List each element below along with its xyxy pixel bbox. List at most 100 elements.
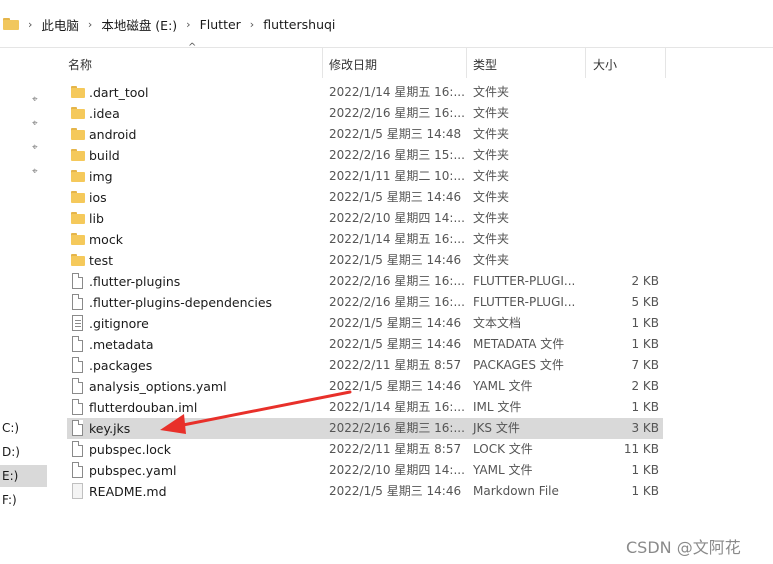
file-name: pubspec.lock: [89, 442, 172, 457]
file-type: 文件夹: [473, 106, 510, 120]
column-divider[interactable]: [665, 48, 666, 78]
file-row[interactable]: ios 2022/1/5 星期三 14:46 文件夹: [67, 187, 663, 208]
pin-icon[interactable]: ⌖: [32, 94, 38, 105]
file-row[interactable]: build 2022/2/16 星期三 15:... 文件夹: [67, 145, 663, 166]
column-divider[interactable]: [466, 48, 467, 78]
file-row[interactable]: .metadata 2022/1/5 星期三 14:46 METADATA 文件 1 …: [67, 334, 663, 355]
file-row[interactable]: mock 2022/1/14 星期五 16:... 文件夹: [67, 229, 663, 250]
breadcrumb-local-disk-e[interactable]: 本地磁盘 (E:): [101, 15, 177, 34]
column-header-date[interactable]: 修改日期: [329, 56, 377, 73]
file-row[interactable]: lib 2022/2/10 星期四 14:... 文件夹: [67, 208, 663, 229]
pin-icon[interactable]: ⌖: [32, 142, 38, 153]
file-modified-date: 2022/1/5 星期三 14:46: [329, 337, 462, 351]
breadcrumb-separator: ›: [87, 17, 93, 31]
file-modified-date: 2022/1/5 星期三 14:46: [329, 253, 462, 267]
file-size: 2 KB: [631, 274, 659, 288]
file-row[interactable]: .packages 2022/2/11 星期五 8:57 PACKAGES 文件 7 …: [67, 355, 663, 376]
watermark: CSDN @文阿花: [626, 538, 741, 557]
file-modified-date: 2022/1/5 星期三 14:46: [329, 484, 462, 498]
file-row[interactable]: key.jks 2022/2/16 星期三 16:... JKS 文件 3 KB: [67, 418, 663, 439]
file-type: LOCK 文件: [473, 442, 533, 456]
file-icon: [72, 420, 83, 436]
file-type: METADATA 文件: [473, 337, 565, 351]
file-row[interactable]: flutterdouban.iml 2022/1/14 星期五 16:... IML…: [67, 397, 663, 418]
breadcrumb-flutter[interactable]: Flutter: [200, 17, 241, 32]
file-size: 1 KB: [631, 484, 659, 498]
file-row[interactable]: .flutter-plugins-dependencies 2022/2/16 星…: [67, 292, 663, 313]
file-icon: [72, 294, 83, 310]
file-modified-date: 2022/1/5 星期三 14:46: [329, 379, 462, 393]
file-name: .idea: [89, 106, 120, 121]
column-header-size[interactable]: 大小: [593, 56, 617, 73]
file-type: YAML 文件: [473, 463, 533, 477]
breadcrumb-this-pc[interactable]: 此电脑: [41, 15, 79, 34]
breadcrumb-separator: ›: [249, 17, 255, 31]
column-divider[interactable]: [322, 48, 323, 78]
file-modified-date: 2022/1/14 星期五 16:...: [329, 400, 465, 414]
file-size: 7 KB: [631, 358, 659, 372]
column-header-type[interactable]: 类型: [473, 56, 497, 73]
file-icon: [72, 399, 83, 415]
file-size: 5 KB: [631, 295, 659, 309]
file-type: FLUTTER-PLUGI...: [473, 274, 576, 288]
file-type: IML 文件: [473, 400, 522, 414]
file-size: 1 KB: [631, 463, 659, 477]
pin-icon[interactable]: ⌖: [32, 166, 38, 177]
folder-icon: [71, 86, 85, 99]
file-type: 文件夹: [473, 148, 510, 162]
file-name: key.jks: [89, 421, 131, 436]
folder-icon: [71, 170, 85, 183]
file-row[interactable]: pubspec.lock 2022/2/11 星期五 8:57 LOCK 文件 11 …: [67, 439, 663, 460]
file-row[interactable]: README.md 2022/1/5 星期三 14:46 Markdown File…: [67, 481, 663, 502]
pin-icon[interactable]: ⌖: [32, 118, 38, 129]
file-icon: [72, 357, 83, 373]
file-type: 文件夹: [473, 85, 510, 99]
file-row[interactable]: android 2022/1/5 星期三 14:48 文件夹: [67, 124, 663, 145]
nav-item-drive-c[interactable]: C:): [0, 417, 47, 439]
file-name: README.md: [89, 484, 167, 499]
file-modified-date: 2022/1/5 星期三 14:46: [329, 190, 462, 204]
file-size: 1 KB: [631, 400, 659, 414]
file-icon: [72, 336, 83, 352]
nav-item-drive-f[interactable]: F:): [0, 489, 47, 511]
file-row[interactable]: analysis_options.yaml 2022/1/5 星期三 14:46 Y…: [67, 376, 663, 397]
file-size: 11 KB: [623, 442, 659, 456]
file-type: PACKAGES 文件: [473, 358, 564, 372]
file-modified-date: 2022/2/16 星期三 16:...: [329, 106, 465, 120]
file-modified-date: 2022/1/5 星期三 14:48: [329, 127, 462, 141]
file-modified-date: 2022/1/14 星期五 16:...: [329, 232, 465, 246]
column-header-name[interactable]: 名称: [68, 56, 92, 73]
file-row[interactable]: .dart_tool 2022/1/14 星期五 16:... 文件夹: [67, 82, 663, 103]
file-row[interactable]: img 2022/1/11 星期二 10:... 文件夹: [67, 166, 663, 187]
file-icon: [72, 273, 83, 289]
folder-icon: [71, 191, 85, 204]
file-row[interactable]: test 2022/1/5 星期三 14:46 文件夹: [67, 250, 663, 271]
file-name: mock: [89, 232, 123, 247]
file-row[interactable]: .idea 2022/2/16 星期三 16:... 文件夹: [67, 103, 663, 124]
file-modified-date: 2022/2/16 星期三 16:...: [329, 274, 465, 288]
file-name: img: [89, 169, 113, 184]
file-icon: [72, 378, 83, 394]
file-row[interactable]: .flutter-plugins 2022/2/16 星期三 16:... FLUT…: [67, 271, 663, 292]
breadcrumb: › 此电脑 › 本地磁盘 (E:) › Flutter › fluttershu…: [0, 10, 335, 38]
nav-item-drive-d[interactable]: D:): [0, 441, 47, 463]
file-row[interactable]: pubspec.yaml 2022/2/10 星期四 14:... YAML 文件 1…: [67, 460, 663, 481]
file-modified-date: 2022/1/14 星期五 16:...: [329, 85, 465, 99]
nav-item-drive-e[interactable]: E:): [0, 465, 47, 487]
file-modified-date: 2022/2/16 星期三 16:...: [329, 295, 465, 309]
file-type: 文件夹: [473, 211, 510, 225]
file-type: 文件夹: [473, 253, 510, 267]
file-name: android: [89, 127, 137, 142]
file-row[interactable]: .gitignore 2022/1/5 星期三 14:46 文本文档 1 KB: [67, 313, 663, 334]
file-type: 文件夹: [473, 232, 510, 246]
address-bar[interactable]: › 此电脑 › 本地磁盘 (E:) › Flutter › fluttershu…: [0, 0, 773, 48]
file-name: ios: [89, 190, 107, 205]
column-divider[interactable]: [585, 48, 586, 78]
file-type: 文件夹: [473, 190, 510, 204]
markdown-file-icon: [72, 483, 83, 499]
file-modified-date: 2022/2/10 星期四 14:...: [329, 211, 465, 225]
breadcrumb-fluttershuqi[interactable]: fluttershuqi: [263, 17, 335, 32]
file-name: test: [89, 253, 114, 268]
file-modified-date: 2022/1/5 星期三 14:46: [329, 316, 462, 330]
file-size: 2 KB: [631, 379, 659, 393]
